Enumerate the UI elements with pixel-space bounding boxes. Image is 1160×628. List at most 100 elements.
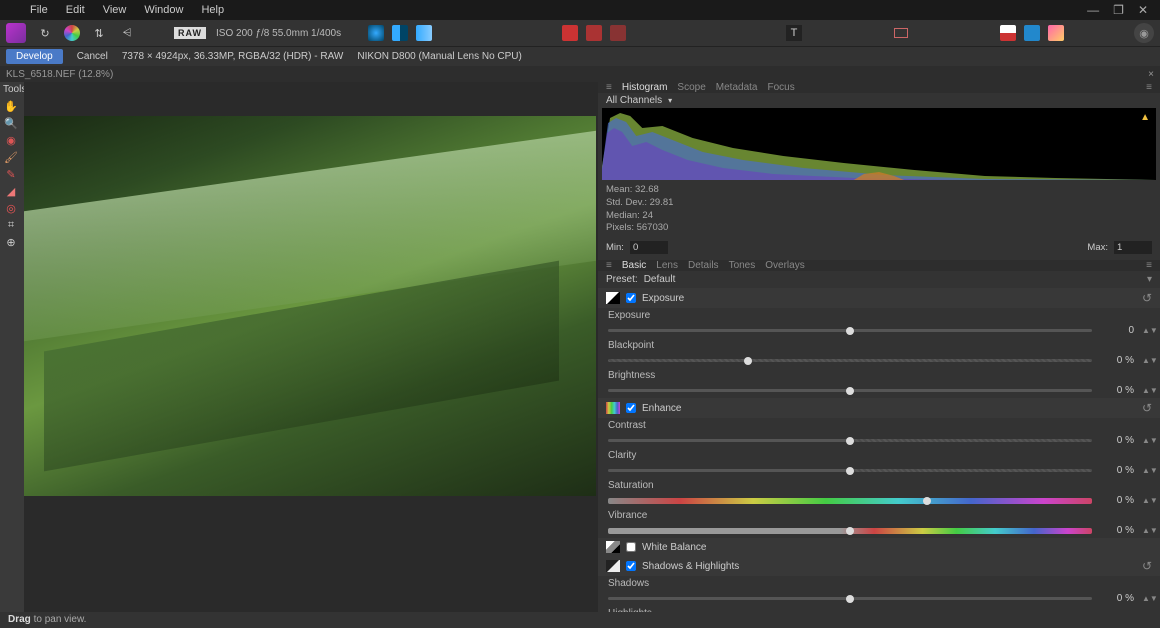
menu-view[interactable]: View — [103, 4, 127, 16]
color-wheel-icon[interactable] — [64, 25, 80, 41]
tone-map-3-icon[interactable] — [416, 25, 432, 41]
document-tab-row: KLS_6518.NEF (12.8%) × — [0, 66, 1160, 82]
tab-metadata[interactable]: Metadata — [716, 82, 758, 93]
brightness-stepper[interactable]: ▲▼ — [1142, 388, 1150, 393]
canvas-image[interactable] — [24, 116, 596, 496]
gradient-tool-icon[interactable]: ◢ — [0, 183, 22, 200]
crop-preset-icon[interactable] — [892, 24, 910, 42]
tone-map-1-icon[interactable] — [368, 25, 384, 41]
text-tool-icon[interactable]: T — [786, 25, 802, 41]
blackpoint-stepper[interactable]: ▲▼ — [1142, 358, 1150, 363]
contrast-value[interactable]: 0 % — [1100, 435, 1134, 446]
vibrance-slider-label: Vibrance — [608, 510, 1150, 521]
exposure-reset-icon[interactable]: ↺ — [1142, 291, 1152, 305]
blackpoint-slider[interactable] — [608, 359, 1092, 362]
preset-dropdown[interactable]: Default — [644, 274, 676, 285]
refresh-icon[interactable]: ↻ — [36, 24, 54, 42]
blackpoint-value[interactable]: 0 % — [1100, 355, 1134, 366]
histogram-stats: Mean: 32.68 Std. Dev.: 29.81 Median: 24 … — [598, 180, 1160, 239]
shadows-value[interactable]: 0 % — [1100, 593, 1134, 604]
user-avatar-icon[interactable]: ◉ — [1134, 23, 1154, 43]
zoom-tool-icon[interactable]: 🔍 — [0, 115, 22, 132]
contrast-stepper[interactable]: ▲▼ — [1142, 438, 1150, 443]
swatch-3-icon[interactable] — [1048, 25, 1064, 41]
menu-help[interactable]: Help — [201, 4, 224, 16]
exposure-toggle[interactable] — [626, 293, 636, 303]
enhance-toggle[interactable] — [626, 403, 636, 413]
histogram-display: ▲ — [602, 108, 1156, 180]
tab-details[interactable]: Details — [688, 260, 719, 271]
panel-menu-icon[interactable]: ≡ — [1146, 82, 1152, 93]
share-icon[interactable]: ⩤ — [118, 24, 136, 42]
vibrance-stepper[interactable]: ▲▼ — [1142, 528, 1150, 533]
tab-tones[interactable]: Tones — [729, 260, 756, 271]
window-maximize-button[interactable]: ❐ — [1113, 3, 1124, 17]
exposure-slider-label: Exposure — [608, 310, 1150, 321]
exposure-stepper[interactable]: ▲▼ — [1142, 328, 1150, 333]
clarity-slider[interactable] — [608, 469, 1092, 472]
saturation-value[interactable]: 0 % — [1100, 495, 1134, 506]
hand-tool-icon[interactable]: ✋ — [0, 98, 22, 115]
tab-scope[interactable]: Scope — [677, 82, 705, 93]
app-logo-icon[interactable] — [6, 23, 26, 43]
tab-basic[interactable]: Basic — [622, 260, 646, 271]
warning-3-icon[interactable] — [610, 25, 626, 41]
wb-toggle[interactable] — [626, 542, 636, 552]
saturation-slider-label: Saturation — [608, 480, 1150, 491]
window-minimize-button[interactable]: — — [1087, 3, 1099, 17]
warning-2-icon[interactable] — [586, 25, 602, 41]
brightness-value[interactable]: 0 % — [1100, 385, 1134, 396]
main-toolbar: ↻ ⇅ ⩤ RAW ISO 200 ƒ/8 55.0mm 1/400s T ◉ — [0, 20, 1160, 46]
saturation-stepper[interactable]: ▲▼ — [1142, 498, 1150, 503]
preset-label: Preset: — [606, 274, 638, 285]
clarity-value[interactable]: 0 % — [1100, 465, 1134, 476]
exposure-slider[interactable] — [608, 329, 1092, 332]
enhance-reset-icon[interactable]: ↺ — [1142, 401, 1152, 415]
crop-tool-icon[interactable]: ⌗ — [0, 217, 22, 234]
menu-edit[interactable]: Edit — [66, 4, 85, 16]
tab-close-button[interactable]: × — [1148, 69, 1154, 80]
clipping-warning-icon[interactable]: ▲ — [1140, 112, 1150, 123]
titlebar: File Edit View Window Help — ❐ ✕ — [0, 0, 1160, 20]
radial-tool-icon[interactable]: ◎ — [0, 200, 22, 217]
tab-histogram[interactable]: Histogram — [622, 82, 668, 93]
document-tab[interactable]: KLS_6518.NEF (12.8%) — [6, 69, 113, 80]
tab-lens[interactable]: Lens — [656, 260, 678, 271]
shadows-slider[interactable] — [608, 597, 1092, 600]
contrast-slider-label: Contrast — [608, 420, 1150, 431]
swatch-1-icon[interactable] — [1000, 25, 1016, 41]
channels-dropdown[interactable]: All Channels▾ — [598, 93, 1160, 108]
swatch-2-icon[interactable] — [1024, 25, 1040, 41]
contrast-slider[interactable] — [608, 439, 1092, 442]
clarity-stepper[interactable]: ▲▼ — [1142, 468, 1150, 473]
wb-section-icon — [606, 541, 620, 553]
clone-tool-icon[interactable]: ⊕ — [0, 234, 22, 251]
preset-chevron-icon[interactable]: ▾ — [1147, 274, 1152, 285]
tone-map-2-icon[interactable] — [392, 25, 408, 41]
tab-overlays[interactable]: Overlays — [765, 260, 804, 271]
max-label: Max: — [1087, 242, 1108, 253]
overlay-brush-icon[interactable]: ✎ — [0, 166, 22, 183]
vibrance-value[interactable]: 0 % — [1100, 525, 1134, 536]
min-input[interactable] — [630, 241, 668, 254]
warning-1-icon[interactable] — [562, 25, 578, 41]
develop-button[interactable]: Develop — [6, 49, 63, 64]
brightness-slider[interactable] — [608, 389, 1092, 392]
sh-reset-icon[interactable]: ↺ — [1142, 559, 1152, 573]
exposure-value[interactable]: 0 — [1100, 325, 1134, 336]
max-input[interactable] — [1114, 241, 1152, 254]
redeye-tool-icon[interactable]: ◉ — [0, 132, 22, 149]
vibrance-slider[interactable] — [608, 528, 1092, 534]
mirror-icon[interactable]: ⇅ — [90, 24, 108, 42]
sh-toggle[interactable] — [626, 561, 636, 571]
shadows-stepper[interactable]: ▲▼ — [1142, 596, 1150, 601]
panel-menu-2-icon[interactable]: ≡ — [1146, 260, 1152, 271]
image-dimensions: 7378 × 4924px, 36.33MP, RGBA/32 (HDR) - … — [122, 51, 344, 62]
brush-tool-icon[interactable]: 🖌 — [0, 149, 22, 166]
tab-focus[interactable]: Focus — [767, 82, 794, 93]
menu-file[interactable]: File — [30, 4, 48, 16]
window-close-button[interactable]: ✕ — [1138, 3, 1148, 17]
saturation-slider[interactable] — [608, 498, 1092, 504]
menu-window[interactable]: Window — [144, 4, 183, 16]
cancel-button[interactable]: Cancel — [77, 51, 108, 62]
